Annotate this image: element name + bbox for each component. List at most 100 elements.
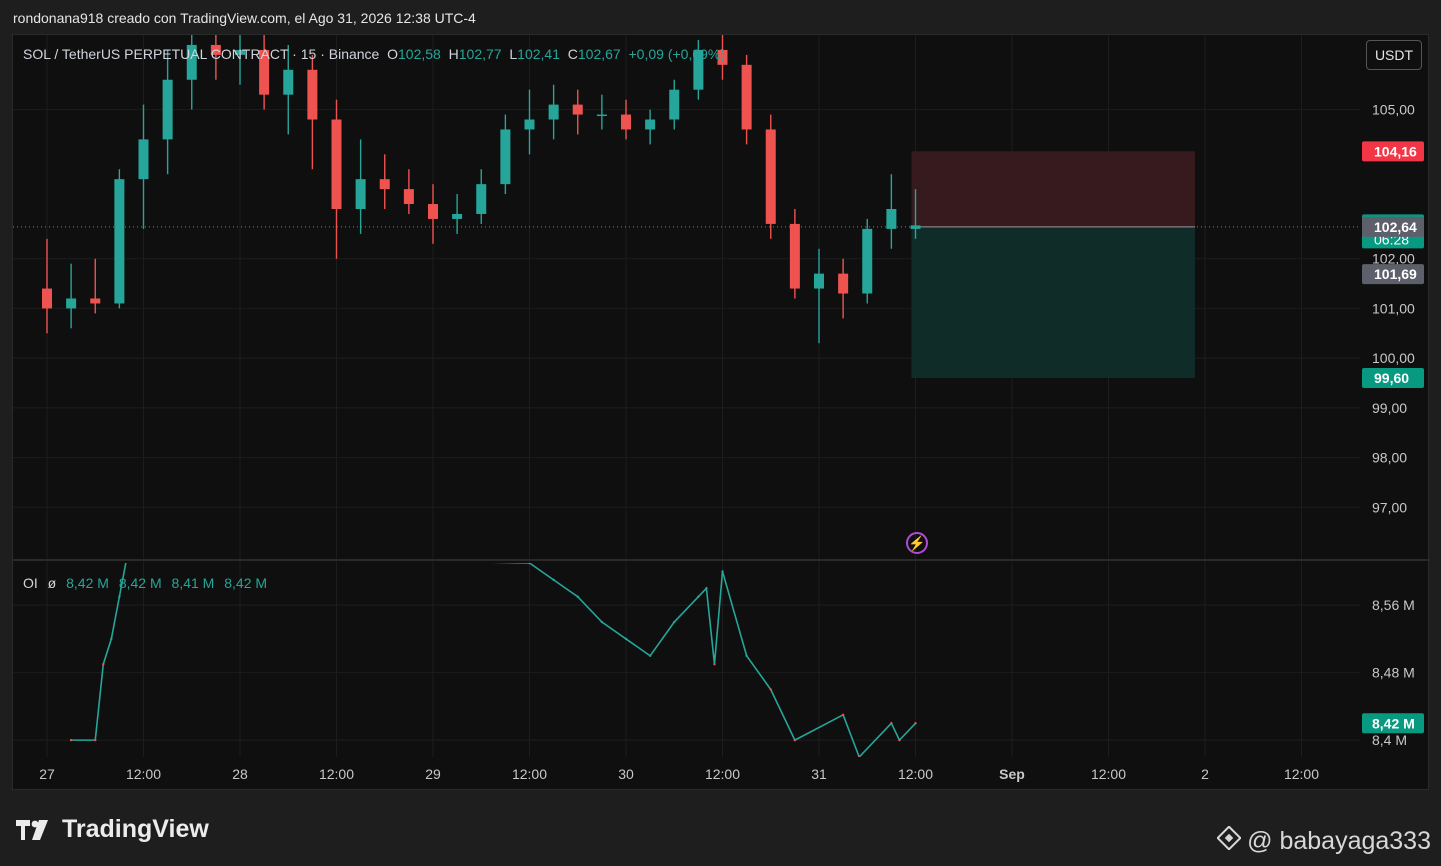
y-tick-label: 100,00 <box>1372 350 1415 366</box>
oi-label[interactable]: OI <box>23 575 38 591</box>
close-value: 102,67 <box>577 46 621 62</box>
oi-point <box>69 738 73 742</box>
candle-body <box>838 273 849 294</box>
price-tag-label: 104,16 <box>1374 143 1417 159</box>
high-label: H <box>448 46 459 62</box>
candle-body <box>476 184 487 214</box>
x-tick-label: 12:00 <box>1284 766 1319 782</box>
y-tick-label: 97,00 <box>1372 499 1407 515</box>
candle-body <box>645 119 656 130</box>
oi-value: 8,42 M <box>118 575 162 591</box>
x-tick-label: 12:00 <box>898 766 933 782</box>
oi-point <box>648 654 652 657</box>
watermark: @ babayaga333 <box>1216 825 1431 857</box>
symbol-legend: SOL / TetherUS PERPETUAL CONTRACT · 15 ·… <box>23 46 725 62</box>
candle-body <box>548 104 559 120</box>
oi-point <box>673 620 676 624</box>
currency-button[interactable]: USDT <box>1366 40 1422 70</box>
candle-body <box>572 104 583 115</box>
x-tick-label: 27 <box>39 766 55 782</box>
flash-icon[interactable]: ⚡ <box>906 532 928 554</box>
oi-point <box>841 713 845 717</box>
oi-point <box>721 570 724 573</box>
oi-point <box>576 595 579 598</box>
oi-point <box>697 595 700 598</box>
x-tick-label: 12:00 <box>705 766 740 782</box>
oi-point <box>745 654 748 657</box>
chart-frame[interactable]: 105,00 102,00 101,00 100,00 99,00 98,00 97,00 8… <box>12 34 1430 791</box>
candle-body <box>428 204 438 219</box>
y-tick-label: 105,00 <box>1372 102 1415 118</box>
oi-point <box>552 578 555 582</box>
x-tick-label: 12:00 <box>126 766 161 782</box>
oi-point <box>118 595 121 598</box>
x-tick-label: 29 <box>425 766 441 782</box>
oi-point <box>705 587 708 590</box>
candle-body <box>789 223 800 289</box>
oi-y-tick-label: 8,48 M <box>1372 665 1415 681</box>
oi-symbol: ø <box>47 575 57 591</box>
close-label: C <box>567 46 578 62</box>
low-label: L <box>509 46 518 62</box>
candle-body <box>283 69 294 95</box>
candle-body <box>138 139 149 180</box>
candle-body <box>741 64 752 130</box>
candle-body <box>596 114 607 117</box>
low-value: 102,41 <box>517 46 560 62</box>
oi-point <box>858 755 861 757</box>
candle-body <box>331 119 342 209</box>
oi-value: 8,42 M <box>66 575 109 591</box>
price-tag-label: 102,64 <box>1374 219 1417 235</box>
candle-body <box>114 179 125 304</box>
x-tick-label: 2 <box>1201 766 1209 782</box>
candles-group <box>42 35 921 344</box>
oi-y-tick-label: 8,56 M <box>1372 597 1415 613</box>
oi-point <box>713 663 716 666</box>
candle-body <box>862 228 873 294</box>
candle-body <box>66 298 77 309</box>
candle-body <box>500 129 511 185</box>
symbol-name[interactable]: SOL / TetherUS PERPETUAL CONTRACT · 15 ·… <box>23 46 379 62</box>
chart-canvas[interactable]: 105,00102,00101,00100,0099,0098,0097,008… <box>13 35 1430 791</box>
candle-body <box>379 179 390 190</box>
candle-body <box>307 69 318 120</box>
candle-body <box>162 79 173 140</box>
tradingview-logo: TradingView <box>16 815 209 844</box>
oi-y-tick-label: 8,4 M <box>1372 732 1407 748</box>
y-tick-label: 101,00 <box>1372 300 1415 316</box>
oi-point <box>898 738 901 742</box>
x-tick-label: 28 <box>232 766 248 782</box>
candle-body <box>765 129 776 224</box>
diamond-icon <box>1216 825 1242 857</box>
oi-current-label: 8,42 M <box>1372 715 1415 731</box>
candle-body <box>524 119 535 130</box>
candle-body <box>886 209 897 229</box>
oi-legend: OI ø 8,42 M 8,42 M 8,41 M 8,42 M <box>23 575 267 591</box>
x-tick-label: 31 <box>811 766 827 782</box>
candle-body <box>910 225 921 229</box>
oi-value: 8,41 M <box>171 575 215 591</box>
oi-point <box>769 688 772 691</box>
candle-body <box>90 298 101 304</box>
take-profit-zone <box>911 226 1195 379</box>
candle-body <box>403 189 414 205</box>
x-tick-label: Sep <box>999 766 1025 782</box>
price-tag-label: 99,60 <box>1374 370 1409 386</box>
oi-point <box>624 637 628 641</box>
open-value: 102,58 <box>398 46 441 62</box>
candle-body <box>814 273 824 289</box>
watermark-text: @ babayaga333 <box>1247 827 1431 855</box>
oi-point <box>94 738 97 742</box>
header-credit: rondonana918 creado con TradingView.com,… <box>13 10 476 26</box>
stop-loss-zone <box>911 151 1195 227</box>
x-tick-label: 12:00 <box>512 766 547 782</box>
oi-point <box>126 553 128 555</box>
y-tick-label: 98,00 <box>1372 450 1407 466</box>
oi-point <box>600 620 604 624</box>
candle-body <box>452 213 463 219</box>
open-label: O <box>387 46 399 62</box>
candle-body <box>621 114 631 130</box>
oi-point <box>110 637 113 641</box>
price-tag-label: 101,69 <box>1374 266 1417 282</box>
x-tick-label: 12:00 <box>1091 766 1126 782</box>
